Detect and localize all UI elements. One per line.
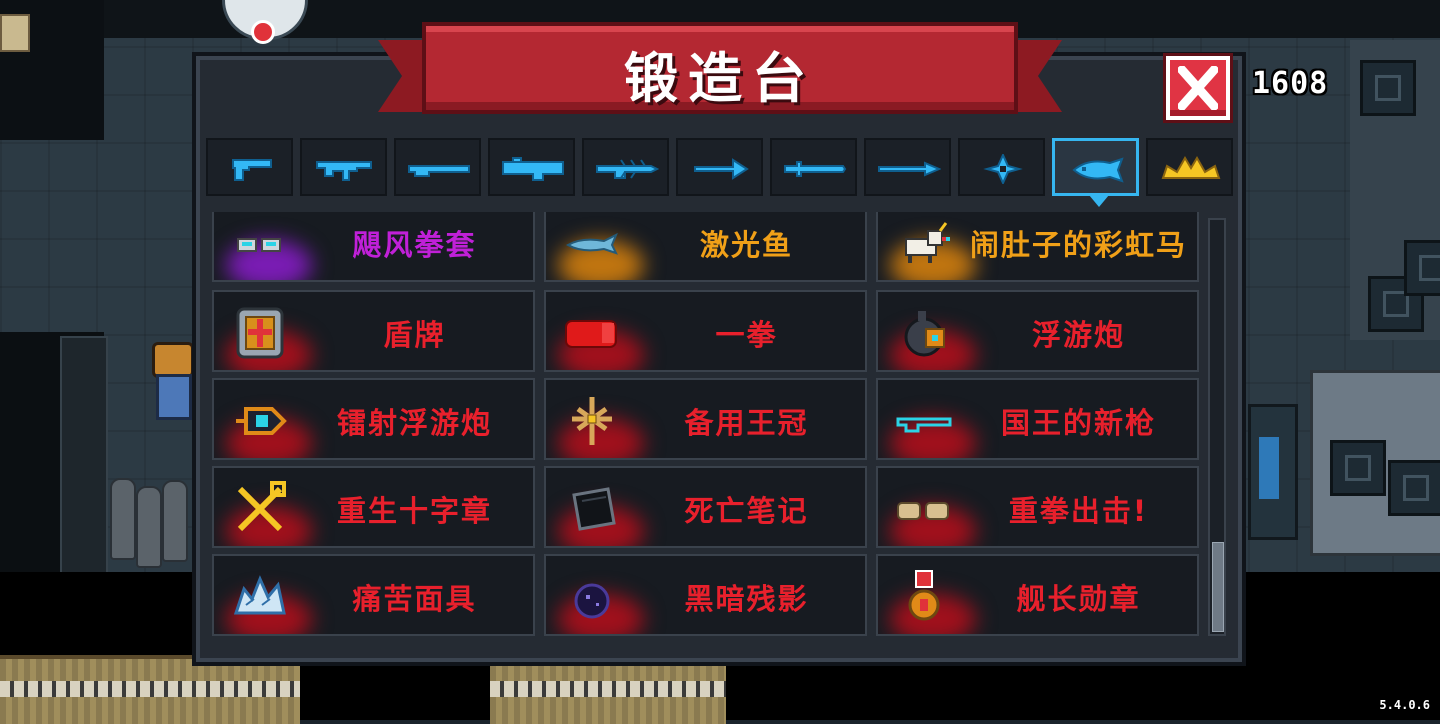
spiky-gun-icon: [596, 159, 659, 179]
item-name: 浮游炮: [1031, 318, 1125, 352]
item-grid: 飓风拳套 激光鱼 闹肚子的彩虹马 盾牌 一拳 浮游炮 镭射浮游炮 备用王冠 国王…: [212, 212, 1200, 636]
wall-terminal: [1248, 404, 1298, 540]
item-cell[interactable]: 镭射浮游炮: [212, 378, 535, 460]
spare-crown-icon: [572, 397, 612, 445]
tab-shuriken[interactable]: [958, 138, 1045, 196]
banner-body: 锻造台: [422, 22, 1018, 114]
tab-sword[interactable]: [770, 138, 857, 196]
item-name: 死亡笔记: [684, 494, 809, 528]
item-cell[interactable]: 国王的新枪: [876, 378, 1199, 460]
death-note-icon: [572, 487, 616, 531]
item-cell[interactable]: 痛苦面具: [212, 554, 535, 636]
shuriken-icon: [983, 154, 1023, 184]
close-button[interactable]: [1166, 56, 1230, 120]
pistol-icon: [232, 159, 272, 181]
laser-floating-cannon-icon: [236, 407, 287, 435]
shield-icon: [236, 307, 284, 359]
heavy-punch-icon: [897, 502, 949, 520]
tab-crown[interactable]: [1146, 138, 1233, 196]
storage-crate: [1388, 460, 1440, 516]
pain-mask-icon: [233, 575, 286, 615]
item-cell[interactable]: 死亡笔记: [544, 466, 867, 548]
rainbow-unicorn-icon: [905, 222, 950, 263]
storage-crate: [1404, 240, 1440, 296]
tab-assault-rifle[interactable]: [300, 138, 387, 196]
hurricane-gauntlet-icon: [237, 238, 281, 252]
tab-shotgun[interactable]: [394, 138, 481, 196]
item-name: 闹肚子的彩虹马: [969, 228, 1187, 262]
item-cell[interactable]: 盾牌: [212, 290, 535, 372]
assault-rifle-icon: [316, 161, 372, 181]
item-name: 重生十字章: [336, 494, 492, 528]
shotgun-icon: [408, 165, 470, 177]
item-cell[interactable]: 舰长勋章: [876, 554, 1199, 636]
floating-cannon-icon: [904, 311, 945, 357]
spear-icon: [878, 161, 941, 177]
scrollbar-thumb[interactable]: [1212, 542, 1224, 632]
item-cell[interactable]: 激光鱼: [544, 212, 867, 282]
page-title: 锻造台: [624, 47, 816, 110]
gas-cylinder: [136, 486, 162, 568]
fish-icon: [1072, 157, 1124, 183]
heavy-gun-icon: [502, 157, 564, 181]
item-cell[interactable]: 重生十字章: [212, 466, 535, 548]
item-name: 镭射浮游炮: [336, 406, 492, 440]
sword-icon: [784, 161, 847, 177]
gas-cylinder: [110, 478, 136, 560]
item-name: 痛苦面具: [352, 582, 477, 616]
kings-new-gun-icon: [896, 417, 952, 433]
item-list-scrollbar[interactable]: [1208, 218, 1226, 636]
tab-pistol[interactable]: [206, 138, 293, 196]
item-name: 盾牌: [383, 318, 446, 352]
item-cell[interactable]: 一拳: [544, 290, 867, 372]
item-name: 重拳出击!: [1008, 494, 1149, 528]
tab-bow[interactable]: [676, 138, 763, 196]
player-character: [148, 342, 194, 420]
crown-icon: [1161, 156, 1221, 179]
tab-spiky-gun[interactable]: [582, 138, 669, 196]
item-cell[interactable]: 闹肚子的彩虹马: [876, 212, 1199, 282]
notice-board: [0, 14, 30, 52]
gas-cylinder: [162, 480, 188, 562]
storage-crate: [1360, 60, 1416, 116]
storage-crate: [1330, 440, 1386, 496]
tab-spear[interactable]: [864, 138, 951, 196]
item-name: 舰长勋章: [1016, 582, 1141, 616]
laser-fish-icon: [565, 232, 618, 255]
rebirth-cross-icon: [237, 481, 286, 532]
bow-icon: [694, 158, 749, 180]
tab-fish[interactable]: [1052, 138, 1139, 207]
stone-pillar: [60, 336, 108, 576]
gauge-indicator: [251, 20, 275, 44]
item-name: 国王的新枪: [1000, 406, 1156, 440]
item-name: 飓风拳套: [352, 228, 477, 262]
item-cell[interactable]: 浮游炮: [876, 290, 1199, 372]
captain-medal-icon: [908, 570, 940, 621]
coin-counter: 1608: [1252, 66, 1329, 101]
weapon-category-tabs: [206, 138, 1234, 207]
item-cell[interactable]: 重拳出击!: [876, 466, 1199, 548]
item-cell[interactable]: 备用王冠: [544, 378, 867, 460]
game-version: 5.4.0.6: [1379, 698, 1430, 712]
item-name: 黑暗残影: [684, 582, 809, 616]
red-fist-icon: [565, 320, 617, 348]
dark-shadow-icon: [574, 583, 610, 619]
title-banner: 锻造台: [378, 22, 1062, 126]
item-cell[interactable]: 飓风拳套: [212, 212, 535, 282]
tab-heavy-gun[interactable]: [488, 138, 575, 196]
item-cell[interactable]: 黑暗残影: [544, 554, 867, 636]
item-name: 一拳: [715, 318, 778, 352]
selected-tab-pointer: [1089, 195, 1109, 207]
close-icon: [1178, 66, 1218, 110]
item-name: 激光鱼: [699, 228, 793, 262]
item-name: 备用王冠: [684, 406, 809, 440]
